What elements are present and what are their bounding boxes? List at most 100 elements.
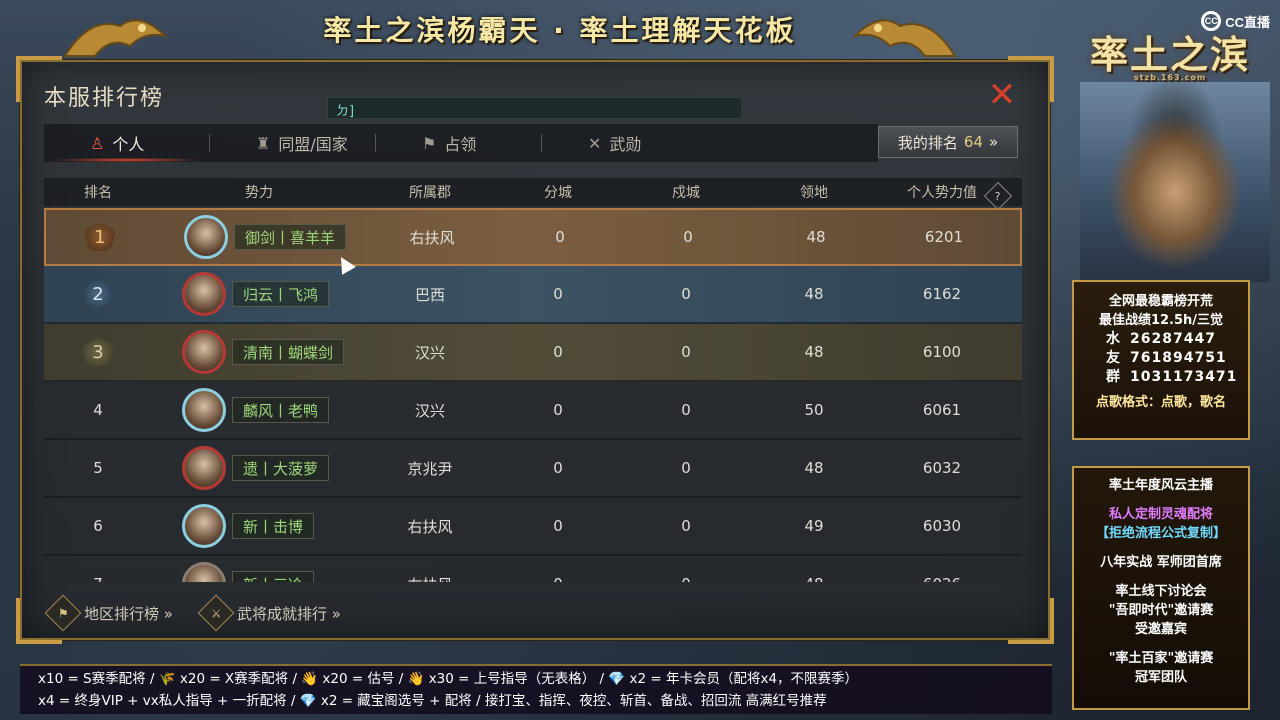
- commandery-cell: 右扶风: [409, 228, 455, 247]
- table-row[interactable]: 4 麟风丨老鸭 汉兴 0 0 50 6061: [44, 382, 1022, 440]
- streamer-honors-box: 率土年度风云主播 私人定制灵魂配将 【拒绝流程公式复制】 八年实战 军师团首席 …: [1072, 466, 1250, 710]
- avatar[interactable]: [184, 215, 228, 259]
- avatar[interactable]: [182, 272, 226, 316]
- panel-footer: ⚑ 地区排行榜 » ⚔ 武将成就排行 »: [44, 594, 341, 632]
- garrison-cell: 0: [622, 575, 750, 582]
- info-contact: 水 26287447: [1082, 330, 1240, 349]
- panel-corner-ornament: [1008, 598, 1054, 644]
- garrison-cell: 0: [681, 517, 691, 535]
- dragon-ornament-right-icon: [851, 19, 957, 57]
- alliance-icon: ♜: [256, 133, 271, 153]
- table-row[interactable]: 2 归云丨飞鸿 巴西 0 0 48 6162: [44, 266, 1022, 324]
- game-logo: 率土之滨 stzb.163.com: [1060, 24, 1280, 84]
- close-icon[interactable]: ✕: [986, 78, 1018, 112]
- force-cell: 遗丨大菠萝: [152, 446, 366, 490]
- garrison-cell: 0: [681, 459, 691, 477]
- info-line: 八年实战 军师团首席: [1100, 555, 1222, 570]
- territory-cell: 49: [804, 517, 824, 535]
- table-row[interactable]: 5 遗丨大菠萝 京兆尹 0 0 48 6032: [44, 440, 1022, 498]
- tab-label: 个人: [112, 135, 145, 154]
- info-line: 【拒绝流程公式复制】: [1095, 526, 1226, 541]
- branch-city-cell: 0: [553, 285, 563, 303]
- stream-title-banner: 率土之滨杨霸天 · 率土理解天花板: [180, 0, 940, 58]
- general-achievement-link[interactable]: ⚔ 武将成就排行 »: [197, 594, 341, 632]
- contact-key: 群: [1106, 369, 1120, 385]
- branch-city-cell: 0: [494, 575, 622, 582]
- character-portrait: [1080, 82, 1270, 282]
- force-cell: 新丨三冷: [152, 562, 366, 582]
- tab-occupy[interactable]: ⚑ 占领: [376, 124, 541, 162]
- table-row[interactable]: 1 御剑丨喜羊羊 右扶风 0 0 48 6201: [44, 208, 1022, 266]
- rank-badge-gold-icon: 1: [84, 223, 116, 251]
- avatar[interactable]: [182, 388, 226, 432]
- branch-city-cell: 0: [553, 343, 563, 361]
- ticker-line: x10 = S赛季配将 / 🌾 x20 = X赛季配将 / 👋 x20 = 估号…: [38, 671, 859, 687]
- power-cell: 6030: [922, 517, 962, 535]
- info-line: "吾即时代"邀请赛: [1108, 603, 1214, 618]
- rank-cell: 5: [93, 459, 103, 477]
- column-header: 分城: [544, 185, 572, 201]
- my-rank-label: 我的排名: [897, 133, 958, 152]
- rank-badge-bronze-icon: 3: [82, 338, 114, 366]
- contact-key: 友: [1106, 350, 1120, 366]
- info-line: 受邀嘉宾: [1134, 622, 1187, 637]
- player-name[interactable]: 麟风丨老鸭: [232, 397, 330, 423]
- table-row[interactable]: 7 新丨三冷 右扶风 0 0 48 6026: [44, 556, 1022, 582]
- streamer-info-box: 全网最稳霸榜开荒 最佳战绩12.5h/三觉 水 26287447 友 7618947…: [1072, 280, 1250, 440]
- region-ranking-link[interactable]: ⚑ 地区排行榜 »: [44, 594, 173, 632]
- ranking-table[interactable]: 1 御剑丨喜羊羊 右扶风 0 0 48 6201 2 归云丨飞鸿 巴西 0 0 …: [44, 208, 1022, 582]
- commandery-cell: 右扶风: [366, 574, 494, 583]
- table-row[interactable]: 6 新丨击博 右扶风 0 0 49 6030: [44, 498, 1022, 556]
- rank-badge-silver-icon: 2: [82, 280, 114, 308]
- column-header-label: 个人势力值: [907, 185, 977, 201]
- contact-value: 26287447: [1130, 331, 1216, 347]
- table-row[interactable]: 3 清南丨蝴蝶剑 汉兴 0 0 48 6100: [44, 324, 1022, 382]
- avatar[interactable]: [182, 330, 226, 374]
- panel-title: 本服排行榜: [44, 86, 165, 111]
- player-name[interactable]: 清南丨蝴蝶剑: [232, 339, 345, 365]
- tab-personal[interactable]: ♙ 个人: [44, 124, 209, 162]
- help-icon[interactable]: ?: [983, 181, 1013, 211]
- my-rank-button[interactable]: 我的排名 64 »: [878, 126, 1018, 158]
- garrison-cell: 0: [681, 285, 691, 303]
- ranking-panel: 本服排行榜 ㄉ] ✕ ♙ 个人 ♜ 同盟/国家 ⚑ 占领 ✕ 武勋 我的排名 6…: [16, 56, 1054, 644]
- power-cell: 6100: [922, 343, 962, 361]
- player-name[interactable]: 新丨三冷: [232, 571, 315, 582]
- chat-input[interactable]: ㄉ]: [327, 97, 742, 119]
- tab-merit[interactable]: ✕ 武勋: [542, 124, 707, 162]
- branch-city-cell: 0: [555, 228, 565, 246]
- info-line: 冠军团队: [1134, 670, 1187, 685]
- info-contact: 群 1031173471: [1082, 368, 1240, 387]
- force-cell: 御剑丨喜羊羊: [154, 215, 368, 259]
- commandery-cell: 京兆尹: [407, 459, 453, 478]
- garrison-cell: 0: [681, 343, 691, 361]
- tab-alliance[interactable]: ♜ 同盟/国家: [210, 124, 375, 162]
- force-cell: 麟风丨老鸭: [152, 388, 366, 432]
- avatar[interactable]: [182, 504, 226, 548]
- player-name[interactable]: 遗丨大菠萝: [232, 455, 330, 481]
- commandery-cell: 右扶风: [407, 517, 453, 536]
- swords-icon: ✕: [588, 133, 602, 153]
- force-cell: 清南丨蝴蝶剑: [152, 330, 366, 374]
- ticker-line: x4 = 终身VIP + vx私人指导 + 一折配将 / 💎 x2 = 藏宝阁选…: [38, 693, 827, 709]
- column-header: 领地: [800, 185, 828, 201]
- commandery-cell: 巴西: [414, 285, 445, 304]
- avatar[interactable]: [182, 446, 226, 490]
- game-logo-text: 率土之滨: [1089, 33, 1250, 77]
- stream-title: 率土之滨杨霸天 · 率土理解天花板: [323, 14, 797, 47]
- column-header: 势力: [245, 185, 273, 201]
- rank-cell: 2: [44, 280, 152, 308]
- player-name[interactable]: 归云丨飞鸿: [232, 281, 330, 307]
- tab-label: 武勋: [609, 135, 642, 154]
- territory-cell: 48: [804, 285, 824, 303]
- tab-label: 占领: [444, 135, 477, 154]
- player-name[interactable]: 新丨击博: [232, 513, 315, 539]
- region-ranking-label: 地区排行榜 »: [84, 604, 173, 623]
- avatar[interactable]: [182, 562, 226, 582]
- flag-icon: ⚑: [422, 133, 437, 153]
- rank-cell: 3: [44, 338, 152, 366]
- gift-price-ticker: x10 = S赛季配将 / 🌾 x20 = X赛季配将 / 👋 x20 = 估号…: [20, 664, 1052, 714]
- territory-cell: 48: [750, 575, 878, 582]
- player-name[interactable]: 御剑丨喜羊羊: [234, 224, 347, 250]
